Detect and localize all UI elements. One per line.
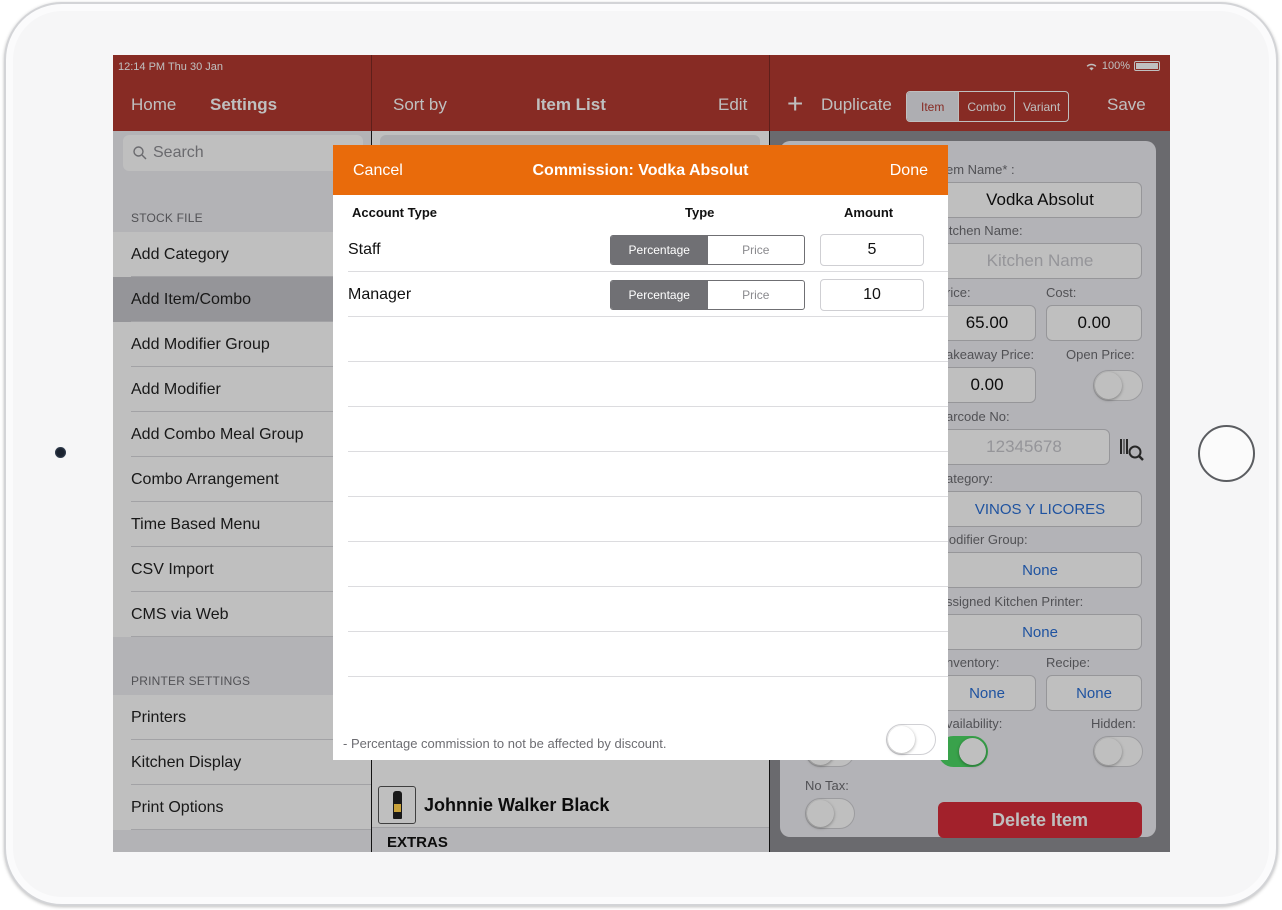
discount-note: - Percentage commission to not be affect… [343, 736, 667, 751]
row-divider [348, 406, 948, 407]
discount-toggle[interactable] [886, 724, 936, 755]
screen: 12:14 PM Thu 30 Jan 100% Home Settings S… [113, 55, 1170, 852]
commission-row: Staff Percentage Price 5 [348, 227, 948, 272]
camera-icon [55, 447, 66, 458]
row-divider [348, 496, 948, 497]
amount-field[interactable]: 10 [820, 279, 924, 311]
ipad-device: 12:14 PM Thu 30 Jan 100% Home Settings S… [0, 0, 1282, 910]
account-type-name: Staff [348, 241, 381, 258]
seg-price[interactable]: Price [708, 281, 805, 309]
modal-title: Commission: Vodka Absolut [532, 162, 749, 179]
col-type: Type [685, 205, 715, 220]
commission-modal: Cancel Commission: Vodka Absolut Done Ac… [333, 145, 948, 760]
row-divider [348, 361, 948, 362]
commission-type-segmented: Percentage Price [610, 280, 805, 310]
row-divider [348, 541, 948, 542]
done-button[interactable]: Done [890, 162, 928, 180]
col-amount: Amount [844, 205, 894, 220]
row-divider [348, 676, 948, 677]
seg-price[interactable]: Price [708, 236, 805, 264]
row-divider [348, 586, 948, 587]
row-divider [348, 631, 948, 632]
account-type-name: Manager [348, 286, 412, 303]
seg-percentage[interactable]: Percentage [611, 236, 708, 264]
seg-percentage[interactable]: Percentage [611, 281, 708, 309]
col-account-type: Account Type [352, 205, 437, 220]
commission-type-segmented: Percentage Price [610, 235, 805, 265]
amount-field[interactable]: 5 [820, 234, 924, 266]
commission-row: Manager Percentage Price 10 [348, 272, 948, 317]
row-divider [348, 451, 948, 452]
modal-header: Cancel Commission: Vodka Absolut Done [333, 145, 948, 195]
home-button[interactable] [1198, 425, 1255, 482]
